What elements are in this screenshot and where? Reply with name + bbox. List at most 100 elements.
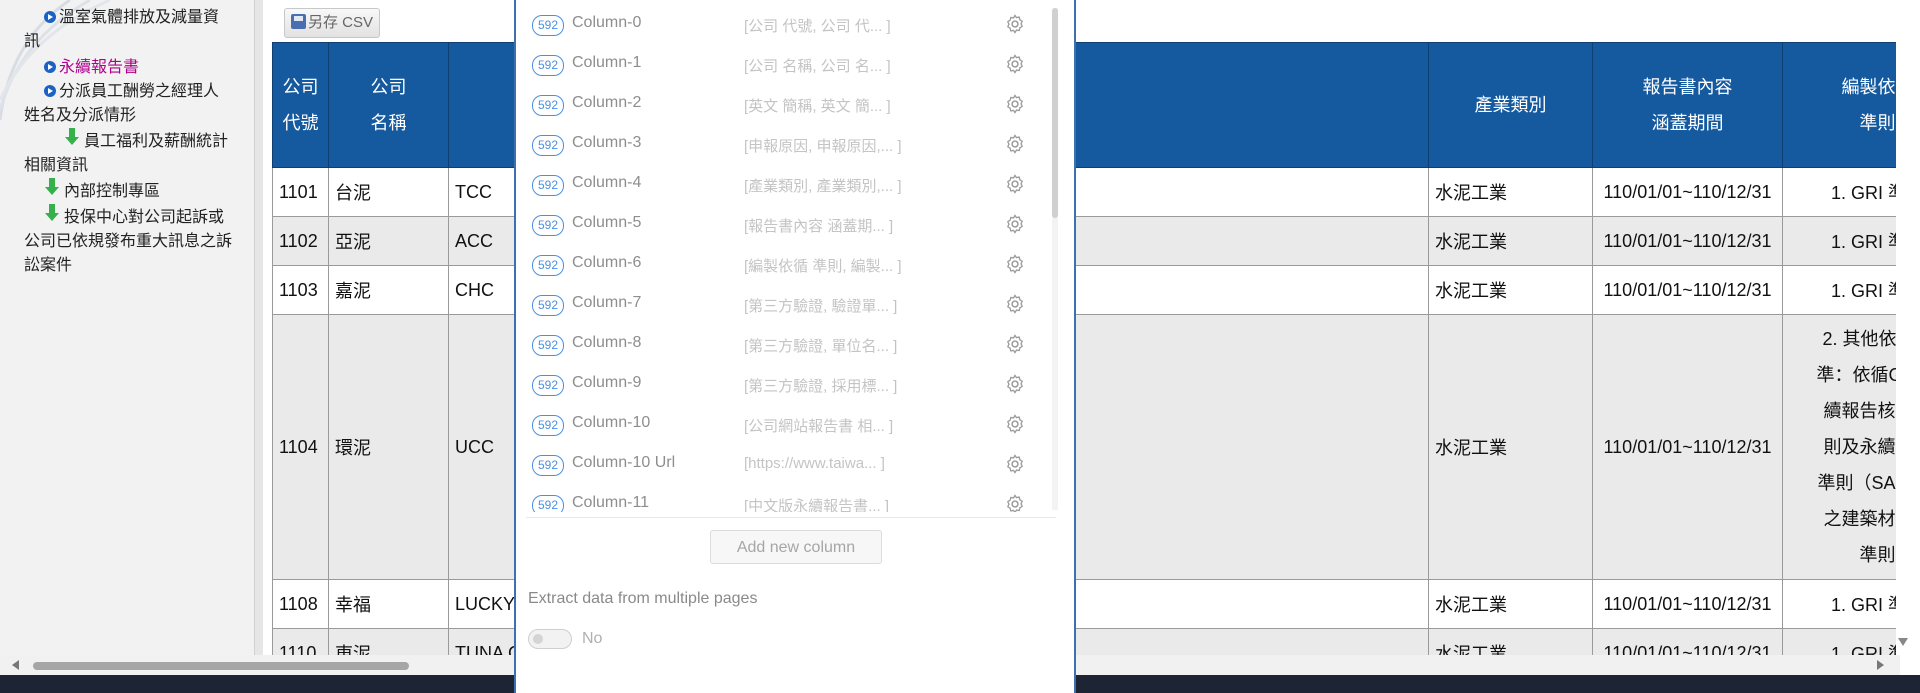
row-count-badge: 592: [532, 335, 564, 356]
column-selector-preview: [英文 簡稱, 英文 簡... ]: [744, 98, 891, 115]
header-industry[interactable]: 產業類別: [1428, 42, 1593, 168]
column-name[interactable]: Column-5: [572, 214, 641, 232]
cell-period: 110/01/01~110/12/31: [1592, 216, 1783, 266]
sidebar-item-internal-control[interactable]: 內部控制專區: [24, 178, 234, 204]
row-count-badge: 592: [532, 175, 564, 196]
gear-icon[interactable]: [1004, 173, 1026, 195]
gear-icon[interactable]: [1004, 493, 1026, 512]
horizontal-scroll-thumb[interactable]: [33, 662, 409, 670]
row-count-badge: 592: [532, 15, 564, 36]
gear-icon[interactable]: [1004, 53, 1026, 75]
header-compilation-basis[interactable]: 編製依循準則: [1782, 42, 1896, 168]
basis-line: 準：依循GRI永: [1816, 365, 1896, 385]
gear-icon[interactable]: [1004, 253, 1026, 275]
column-name[interactable]: Column-9: [572, 374, 641, 392]
column-row[interactable]: 592 Column-9 [第三方驗證, 採用標... ]: [530, 368, 1030, 400]
column-name[interactable]: Column-3: [572, 134, 641, 152]
cell-code: 1104: [272, 314, 329, 580]
export-csv-button[interactable]: 另存 CSV: [284, 8, 380, 38]
cell-code: 1102: [272, 216, 329, 266]
gear-icon[interactable]: [1004, 333, 1026, 355]
scroll-right-arrow-icon[interactable]: [1877, 660, 1884, 670]
column-row[interactable]: 592 Column-5 [報告書內容 涵蓋期... ]: [530, 208, 1030, 240]
basis-line: 續報告核心選: [1823, 401, 1897, 421]
cell-basis: 1. GRI 準則: [1782, 167, 1896, 217]
export-csv-label: 另存 CSV: [308, 14, 374, 31]
save-disk-icon: [291, 14, 306, 29]
basis-line: 準則: [1859, 545, 1896, 565]
gear-icon[interactable]: [1004, 13, 1026, 35]
column-selector-preview: [公司 名稱, 公司 名... ]: [744, 58, 891, 75]
play-circle-icon: [44, 85, 56, 97]
basis-line: 則及永續會計: [1823, 437, 1897, 457]
column-row[interactable]: 592 Column-4 [產業類別, 產業類別,... ]: [530, 168, 1030, 200]
cell-name: 亞泥: [328, 216, 449, 266]
column-list-scroll-thumb[interactable]: [1052, 8, 1058, 218]
gear-icon[interactable]: [1004, 133, 1026, 155]
column-name[interactable]: Column-6: [572, 254, 641, 272]
column-name[interactable]: Column-2: [572, 94, 641, 112]
column-row[interactable]: 592 Column-10 Url [https://www.taiwa... ]: [530, 448, 1030, 480]
gear-icon[interactable]: [1004, 373, 1026, 395]
column-list-scrollbar[interactable]: [1052, 8, 1058, 510]
sidebar-item-employee-benefits[interactable]: 員工福利及薪酬統計相關資訊: [24, 128, 234, 178]
column-row[interactable]: 592 Column-2 [英文 簡稱, 英文 簡... ]: [530, 88, 1030, 120]
column-selector-preview: [報告書內容 涵蓋期... ]: [744, 218, 894, 235]
basis-line: 之建築材料業: [1823, 509, 1897, 529]
cell-industry: 水泥工業: [1428, 216, 1593, 266]
header-company-name[interactable]: 公司 名稱: [328, 42, 449, 168]
header-report-period[interactable]: 報告書內容 涵蓋期間: [1592, 42, 1783, 168]
cell-code: 1108: [272, 579, 329, 629]
column-name[interactable]: Column-10 Url: [572, 454, 675, 472]
cell-name: 幸福: [328, 579, 449, 629]
gear-icon[interactable]: [1004, 453, 1026, 475]
sidebar-item-litigation[interactable]: 投保中心對公司起訴或公司已依規發布重大訊息之訴訟案件: [24, 204, 234, 278]
multi-page-toggle[interactable]: [528, 629, 572, 649]
add-new-column-button[interactable]: Add new column: [710, 530, 882, 564]
cell-industry: 水泥工業: [1428, 628, 1593, 658]
header-company-code[interactable]: 公司 代號: [272, 42, 329, 168]
column-selector-preview: [第三方驗證, 驗證單... ]: [744, 298, 898, 315]
column-row[interactable]: 592 Column-8 [第三方驗證, 單位名... ]: [530, 328, 1030, 360]
gear-icon[interactable]: [1004, 413, 1026, 435]
cell-name: 環泥: [328, 314, 449, 580]
row-count-badge: 592: [532, 55, 564, 76]
cell-name: 嘉泥: [328, 265, 449, 315]
column-row[interactable]: 592 Column-1 [公司 名稱, 公司 名... ]: [530, 48, 1030, 80]
column-row[interactable]: 592 Column-7 [第三方驗證, 驗證單... ]: [530, 288, 1030, 320]
play-circle-icon: [44, 11, 56, 23]
cell-period: 110/01/01~110/12/31: [1592, 579, 1783, 629]
column-name[interactable]: Column-11: [572, 494, 649, 512]
column-row[interactable]: 592 Column-10 [公司網站報告書 相... ]: [530, 408, 1030, 440]
column-row[interactable]: 592 Column-3 [申報原因, 申報原因,... ]: [530, 128, 1030, 160]
sidebar-item-manager-compensation[interactable]: 分派員工酬勞之經理人姓名及分派情形: [24, 80, 234, 128]
column-name[interactable]: Column-4: [572, 174, 641, 192]
gear-icon[interactable]: [1004, 93, 1026, 115]
pane-divider[interactable]: [254, 0, 263, 660]
scroll-down-arrow-icon[interactable]: [1898, 638, 1908, 646]
column-name[interactable]: Column-1: [572, 54, 641, 72]
column-list: 592 Column-0 [公司 代號, 公司 代... ] 592 Column-1 […: [530, 8, 1050, 512]
column-row[interactable]: 592 Column-0 [公司 代號, 公司 代... ]: [530, 8, 1030, 40]
sidebar-item-sustainability-report[interactable]: 永續報告書: [24, 56, 234, 80]
green-down-arrow-icon: [44, 178, 60, 198]
sidebar-item-ghg[interactable]: 溫室氣體排放及減量資訊: [24, 6, 234, 54]
gear-icon[interactable]: [1004, 293, 1026, 315]
column-selector-preview: [產業類別, 產業類別,... ]: [744, 178, 902, 195]
column-name[interactable]: Column-7: [572, 294, 641, 312]
column-row[interactable]: 592 Column-11 [中文版永續報告書... ]: [530, 488, 1030, 512]
column-name[interactable]: Column-0: [572, 14, 641, 32]
scroll-left-arrow-icon[interactable]: [12, 660, 19, 670]
cell-industry: 水泥工業: [1428, 579, 1593, 629]
column-row[interactable]: 592 Column-6 [編製依循 準則, 編製... ]: [530, 248, 1030, 280]
column-selector-preview: [中文版永續報告書... ]: [744, 498, 890, 512]
multi-page-toggle-value: No: [582, 630, 603, 647]
cell-basis: 1. GRI 準則: [1782, 265, 1896, 315]
column-name[interactable]: Column-8: [572, 334, 641, 352]
play-circle-icon: [44, 61, 56, 73]
column-name[interactable]: Column-10: [572, 414, 650, 432]
green-down-arrow-icon: [44, 204, 60, 224]
cell-name: 東泥: [328, 628, 449, 658]
cell-basis: 2. 其他依循標 準：依循GRI永 續報告核心選 則及永續會計 準則（SASB）…: [1782, 314, 1897, 580]
gear-icon[interactable]: [1004, 213, 1026, 235]
